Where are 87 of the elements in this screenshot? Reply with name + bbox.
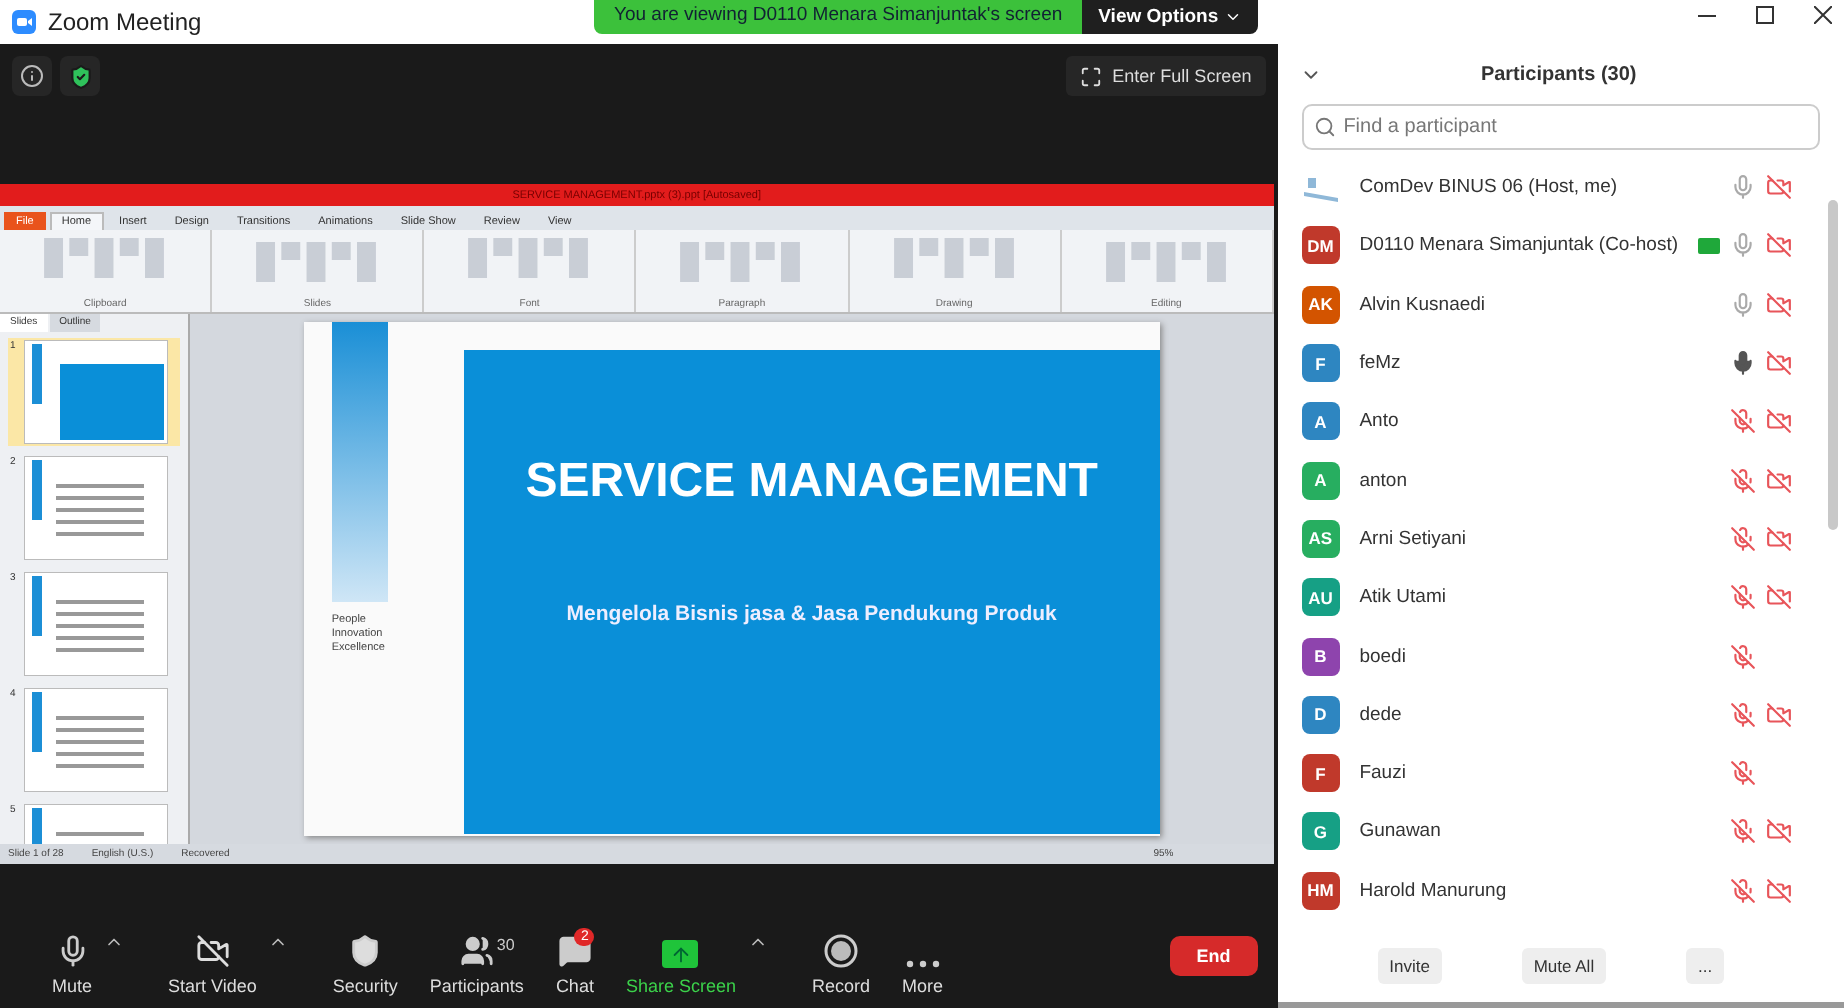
- share-screen-icon: [662, 940, 699, 968]
- camera-off-icon: [195, 934, 230, 968]
- view-options-button[interactable]: View Options: [1082, 0, 1259, 34]
- toolbar-button[interactable]: Mute: [36, 934, 109, 996]
- panel-button[interactable]: Invite: [1377, 947, 1442, 983]
- search-icon: [1313, 116, 1336, 138]
- avatar: DM: [1301, 226, 1340, 265]
- maximize-icon[interactable]: [1756, 6, 1774, 24]
- search-field[interactable]: Find a participant: [1301, 104, 1820, 150]
- camera-off-icon[interactable]: [1766, 408, 1792, 435]
- muted-mic-icon[interactable]: [1730, 643, 1756, 670]
- camera-off-icon[interactable]: [1766, 174, 1792, 201]
- participant-name: boedi: [1359, 645, 1408, 668]
- toolbar-button[interactable]: Record: [796, 934, 887, 996]
- muted-mic-icon[interactable]: [1730, 584, 1756, 611]
- camera-off-icon[interactable]: [1766, 467, 1792, 494]
- avatar: AS: [1301, 519, 1340, 558]
- people-icon: [459, 934, 494, 968]
- camera-off-icon[interactable]: [1766, 350, 1792, 377]
- toolbar-button[interactable]: Security: [316, 934, 414, 996]
- avatar: F: [1301, 344, 1340, 383]
- avatar: B: [1301, 637, 1340, 676]
- camera-off-icon[interactable]: [1766, 291, 1792, 318]
- participant-name: Gunawan: [1359, 820, 1443, 843]
- participant-name: Atik Utami: [1359, 586, 1448, 609]
- window-title: Zoom Meeting: [48, 8, 202, 36]
- toolbar-button[interactable]: Share Screen: [609, 940, 752, 996]
- participant-name: feMz: [1359, 352, 1403, 375]
- slide-preview-drawing: [24, 572, 168, 676]
- toolbar-button[interactable]: More: [886, 960, 960, 996]
- participant-name: Arni Setiyani: [1359, 527, 1469, 550]
- end-button[interactable]: End: [1169, 936, 1258, 976]
- slide-preview-drawing: [24, 688, 168, 792]
- camera-off-icon[interactable]: [1766, 701, 1792, 728]
- panel-title: Participants (30): [1478, 63, 1639, 85]
- participant-name: ComDev BINUS 06 (Host, me): [1359, 176, 1620, 199]
- participant-name: Anto: [1359, 410, 1401, 433]
- ribbon-tools-drawing: [678, 236, 805, 288]
- ribbon-tools-drawing: [254, 236, 381, 288]
- participant-name: Alvin Kusnaedi: [1359, 293, 1488, 316]
- close-icon[interactable]: [1814, 6, 1832, 24]
- avatar: A: [1301, 402, 1340, 441]
- muted-mic-icon[interactable]: [1730, 877, 1756, 904]
- camera-off-icon[interactable]: [1766, 877, 1792, 904]
- slide-title: SERVICE MANAGEMENT: [525, 454, 1098, 510]
- camera-off-icon[interactable]: [1766, 818, 1792, 845]
- more-icon: [905, 960, 940, 968]
- avatar: F: [1301, 754, 1340, 793]
- avatar: AK: [1301, 285, 1340, 324]
- avatar: D: [1301, 695, 1340, 734]
- toolbar-button[interactable]: Start Video: [152, 934, 273, 996]
- participant-name: Fauzi: [1359, 762, 1408, 785]
- fullscreen-icon: [1080, 65, 1103, 87]
- panel-button[interactable]: Mute All: [1521, 947, 1607, 983]
- avatar: HM: [1301, 871, 1340, 910]
- fullscreen-button[interactable]: Enter Full Screen: [1066, 56, 1266, 96]
- muted-mic-icon[interactable]: [1730, 467, 1756, 494]
- record-icon: [824, 934, 858, 968]
- slide-preview-drawing: [24, 456, 168, 560]
- muted-mic-icon[interactable]: [1730, 760, 1756, 787]
- camera-off-icon[interactable]: [1766, 232, 1792, 259]
- share-banner: You are viewing D0110 Menara Simanjuntak's screen: [594, 0, 1083, 34]
- muted-mic-icon[interactable]: [1730, 408, 1756, 435]
- avatar: G: [1301, 812, 1340, 851]
- zoom-logo-icon: [12, 10, 36, 34]
- microphone-icon[interactable]: [1730, 350, 1756, 377]
- participant-count: 30: [496, 936, 515, 954]
- muted-mic-icon[interactable]: [1730, 818, 1756, 845]
- participant-name: Harold Manurung: [1359, 879, 1509, 902]
- participant-name: anton: [1359, 469, 1409, 492]
- ribbon-tools-drawing: [1103, 236, 1230, 288]
- muted-mic-icon[interactable]: [1730, 525, 1756, 552]
- participant-name: dede: [1359, 703, 1404, 726]
- shield-check-icon[interactable]: [60, 56, 100, 96]
- participant-name: D0110 Menara Simanjuntak (Co-host): [1359, 234, 1678, 257]
- shield-icon: [348, 934, 383, 968]
- slide-subtitle: Mengelola Bisnis jasa & Jasa Pendukung Produk: [566, 602, 1057, 626]
- toolbar-button[interactable]: 30 Participants: [413, 934, 540, 996]
- camera-off-icon[interactable]: [1766, 525, 1792, 552]
- caret-icon: [1224, 8, 1243, 26]
- info-icon[interactable]: [12, 56, 52, 96]
- camera-off-icon[interactable]: [1766, 584, 1792, 611]
- muted-mic-icon[interactable]: [1730, 701, 1756, 728]
- slide-preview-drawing: [24, 340, 168, 444]
- avatar: A: [1301, 461, 1340, 500]
- avatar: AU: [1301, 578, 1340, 617]
- panel-button[interactable]: ...: [1685, 947, 1725, 983]
